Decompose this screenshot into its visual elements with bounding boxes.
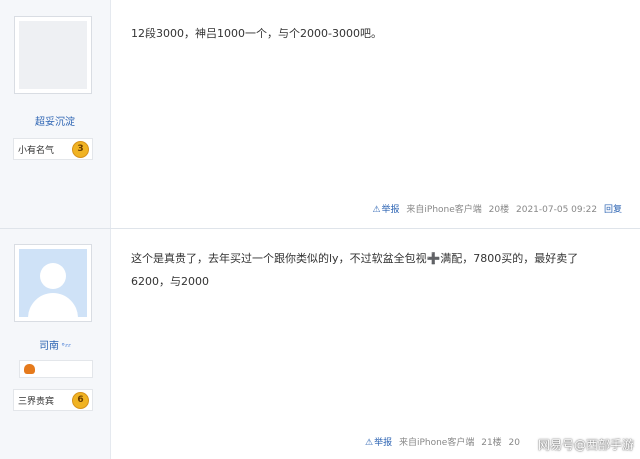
user-sidebar: 超妥沉淀 小有名气 3 [0,0,111,228]
warning-icon: ⚠ [364,438,374,448]
level-badge-icon: 3 [72,141,89,158]
avatar-image [19,21,87,89]
avatar[interactable] [14,16,92,94]
post-content: 这个是真贵了，去年买过一个跟你类似的ly，不过软盆全包视➕满配，7800买的，最… [111,229,640,459]
post-footer: ⚠举报 来自iPhone客户端 21楼 20 [361,435,520,448]
post-20: 超妥沉淀 小有名气 3 12段3000，神吕1000一个，与个2000-3000… [0,0,640,228]
post-body-line: 6200，与2000 [131,275,209,288]
post-time: 20 [508,438,520,448]
rank-title: 三界贵宾 [18,397,55,407]
username-text: 司南 [39,341,60,352]
reply-link[interactable]: 回复 [604,205,622,215]
watermark-text: 网易号@西部手游 [537,438,634,452]
username-link[interactable]: 超妥沉淀 [0,113,110,128]
report-link[interactable]: 举报 [374,438,392,448]
medal-row [19,360,93,378]
source-text: 来自iPhone客户端 [406,205,482,215]
post-footer: ⚠举报 来自iPhone客户端 20楼 2021-07-05 09:22 回复 [368,202,622,215]
source-text: 来自iPhone客户端 [398,438,475,448]
username-link[interactable]: 司南 °ᶻᶻ [0,337,110,352]
post-content: 12段3000，神吕1000一个，与个2000-3000吧。 ⚠举报 来自iPh… [111,0,640,228]
post-time: 2021-07-05 09:22 [516,205,598,215]
rank-badge: 小有名气 3 [13,138,93,160]
username-suffix: °ᶻᶻ [61,342,71,351]
post-body: 这个是真贵了，去年买过一个跟你类似的ly，不过软盆全包视➕满配，7800买的，最… [131,247,620,293]
user-sidebar: 司南 °ᶻᶻ 三界贵宾 6 [0,229,111,459]
level-badge-icon: 6 [72,392,89,409]
report-link[interactable]: 举报 [382,205,400,215]
post-body: 12段3000，神吕1000一个，与个2000-3000吧。 [131,27,382,40]
default-avatar-icon [19,249,87,317]
warning-icon: ⚠ [372,205,381,215]
floor-number: 21楼 [481,438,502,448]
rank-badge: 三界贵宾 6 [13,389,93,411]
floor-number: 20楼 [488,205,510,215]
medal-icon[interactable] [24,364,35,374]
avatar[interactable] [14,244,92,322]
post-body-line: 这个是真贵了，去年买过一个跟你类似的ly，不过软盆全包视➕满配，7800买的，最… [131,252,579,265]
rank-title: 小有名气 [18,146,55,156]
post-21: 司南 °ᶻᶻ 三界贵宾 6 这个是真贵了，去年买过一个跟你类似的ly，不过软盆全包… [0,229,640,459]
